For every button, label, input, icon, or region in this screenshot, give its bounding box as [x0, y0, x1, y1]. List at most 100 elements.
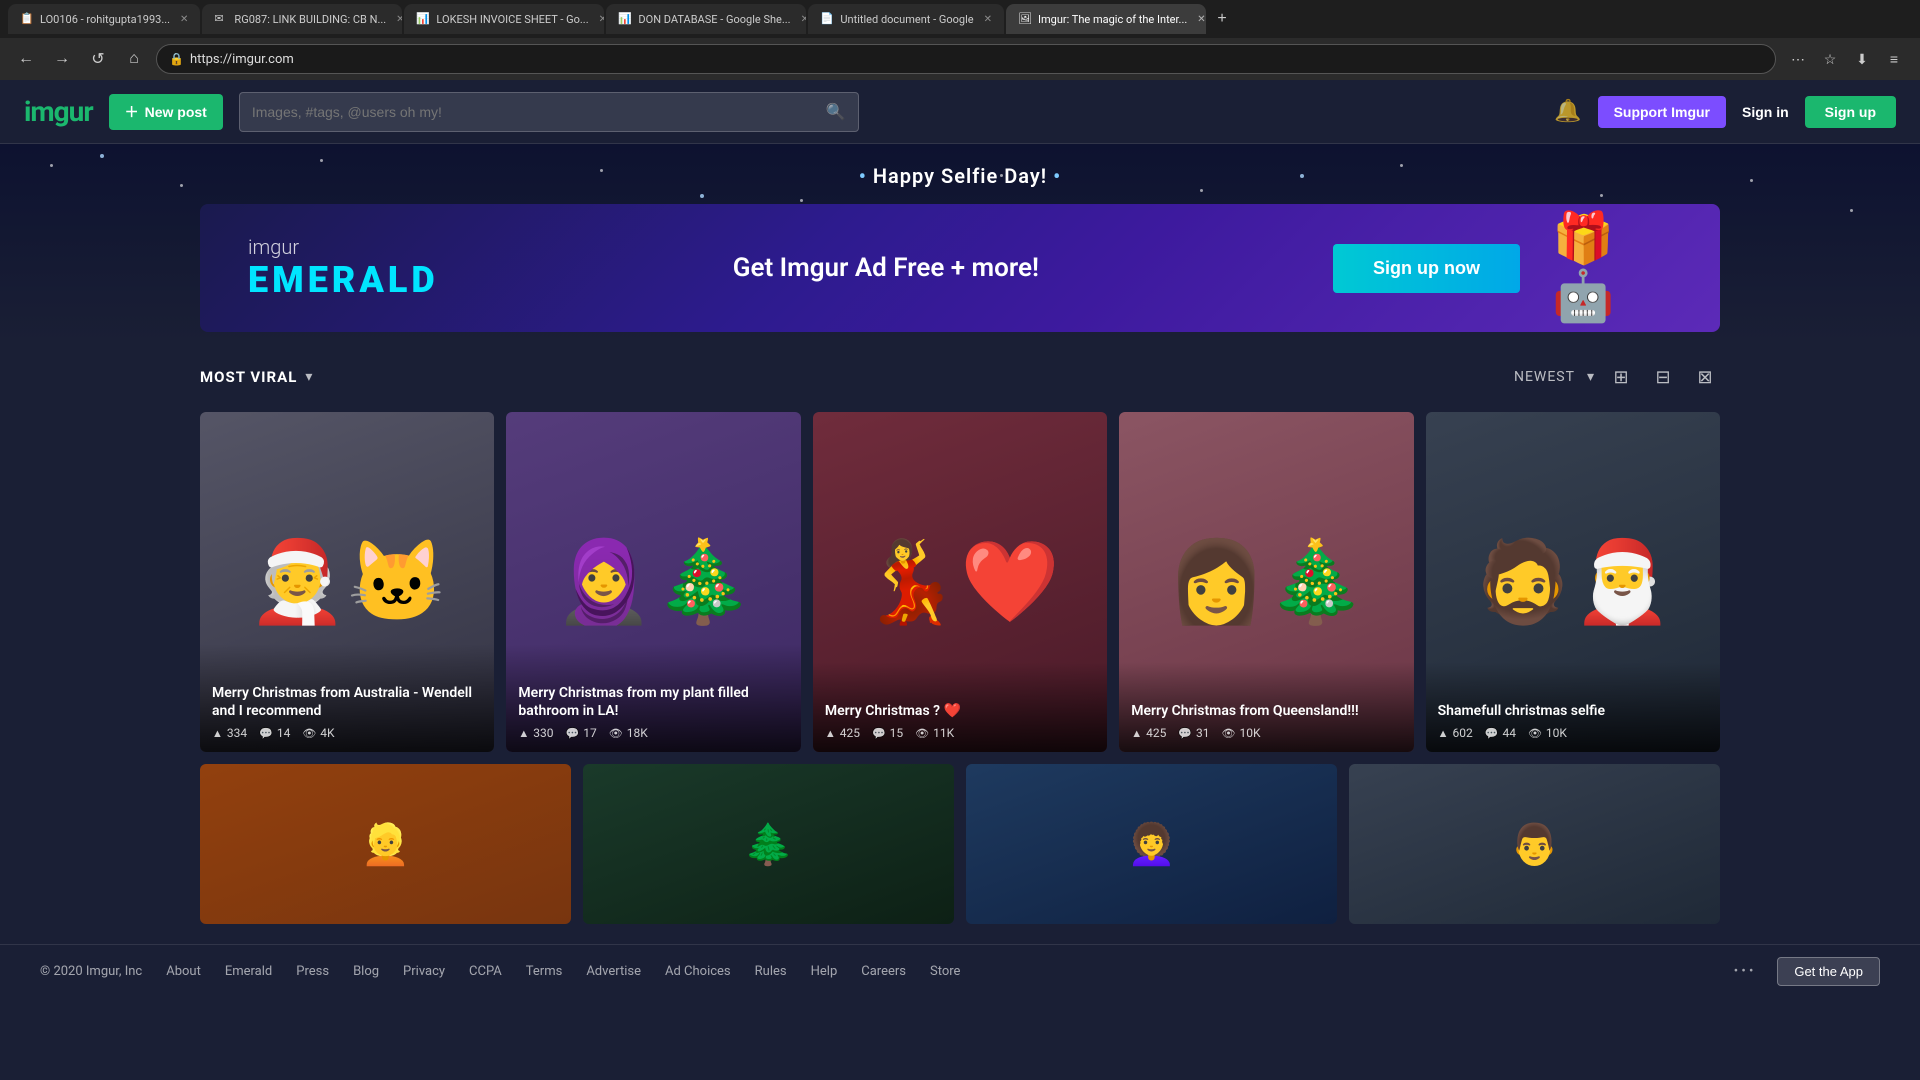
sort-dropdown-icon[interactable]: ▾	[305, 369, 312, 385]
search-bar[interactable]: 🔍	[239, 92, 859, 132]
views-value-4: 10K	[1240, 726, 1261, 740]
tab-close-2[interactable]: ✕	[396, 14, 402, 25]
footer-press[interactable]: Press	[296, 964, 329, 979]
tab-close-5[interactable]: ✕	[984, 14, 992, 25]
footer-help[interactable]: Help	[811, 964, 838, 979]
upvotes-stat-4: ▲ 425	[1131, 726, 1166, 740]
image-card-small-3[interactable]: 👩‍🦱	[966, 764, 1337, 924]
signup-now-button[interactable]: Sign up now	[1333, 244, 1520, 293]
home-button[interactable]: ⌂	[120, 45, 148, 73]
views-value-2: 18K	[627, 726, 648, 740]
upvote-icon-1: ▲	[212, 727, 223, 740]
browser-tab-2[interactable]: ✉ RG087: LINK BUILDING: CB N... ✕	[202, 4, 402, 34]
view-toggle-large[interactable]: ⊞	[1606, 362, 1636, 392]
tab-close-1[interactable]: ✕	[180, 14, 188, 25]
image-card-5[interactable]: 🧔🎅 Shamefull christmas selfie ▲ 602 💬 44…	[1426, 412, 1720, 752]
imgur-header: imgur ＋ New post 🔍 🔔 Support Imgur Sign …	[0, 80, 1920, 144]
browser-tab-6[interactable]: 🖼 Imgur: The magic of the Inter... ✕	[1006, 4, 1206, 34]
comment-icon-2: 💬	[566, 727, 580, 740]
footer-advertise[interactable]: Advertise	[586, 964, 641, 979]
address-bar[interactable]: 🔒 https://imgur.com	[156, 44, 1776, 74]
image-card-small-4[interactable]: 👨	[1349, 764, 1720, 924]
sort-left: MOST VIRAL ▾	[200, 368, 312, 386]
image-card-1[interactable]: 🧑‍🎄🐱 Merry Christmas from Australia - We…	[200, 412, 494, 752]
view-toggle-small[interactable]: ⊠	[1690, 362, 1720, 392]
footer-store[interactable]: Store	[930, 964, 960, 979]
image-card-3[interactable]: 💃❤️ Merry Christmas ? ❤️ ▲ 425 💬 15 👁 1	[813, 412, 1107, 752]
image-card-2[interactable]: 🧕🎄 Merry Christmas from my plant filled …	[506, 412, 800, 752]
views-stat-3: 👁 11K	[915, 726, 954, 740]
emerald-banner: imgur EMERALD Get Imgur Ad Free + more! …	[200, 204, 1720, 332]
tab-favicon-4: 📊	[618, 12, 632, 26]
footer-about[interactable]: About	[166, 964, 201, 979]
browser-tab-1[interactable]: 📋 LO0106 - rohitgupta1993... ✕	[8, 4, 200, 34]
forward-button[interactable]: →	[48, 45, 76, 73]
footer-blog[interactable]: Blog	[353, 964, 379, 979]
sort-label: MOST VIRAL	[200, 368, 297, 386]
upvote-icon-5: ▲	[1438, 727, 1449, 740]
image-card-4[interactable]: 👩🎄 Merry Christmas from Queensland!!! ▲ …	[1119, 412, 1413, 752]
browser-tab-3[interactable]: 📊 LOKESH INVOICE SHEET - Go... ✕	[404, 4, 604, 34]
extensions-button[interactable]: ⋯	[1784, 45, 1812, 73]
support-button[interactable]: Support Imgur	[1598, 96, 1726, 128]
footer-ccpa[interactable]: CCPA	[469, 964, 502, 979]
tab-close-4[interactable]: ✕	[801, 14, 807, 25]
search-input[interactable]	[252, 104, 818, 120]
browser-tab-5[interactable]: 📄 Untitled document - Google ✕	[808, 4, 1004, 34]
image-title-4: Merry Christmas from Queensland!!!	[1131, 702, 1401, 720]
image-overlay-4: Merry Christmas from Queensland!!! ▲ 425…	[1119, 662, 1413, 752]
footer-terms[interactable]: Terms	[526, 964, 563, 979]
back-button[interactable]: ←	[12, 45, 40, 73]
footer-emerald[interactable]: Emerald	[225, 964, 272, 979]
tab-close-3[interactable]: ✕	[599, 14, 605, 25]
footer-rules[interactable]: Rules	[755, 964, 787, 979]
comment-icon-1: 💬	[259, 727, 273, 740]
new-post-button[interactable]: ＋ New post	[109, 94, 223, 130]
signin-label: Sign in	[1742, 104, 1789, 120]
imgur-logo-text: imgur	[24, 95, 93, 128]
newest-dropdown-icon[interactable]: ▾	[1587, 369, 1594, 385]
image-overlay-2: Merry Christmas from my plant filled bat…	[506, 644, 800, 752]
footer: © 2020 Imgur, Inc About Emerald Press Bl…	[0, 944, 1920, 998]
image-stats-2: ▲ 330 💬 17 👁 18K	[518, 726, 788, 740]
menu-button[interactable]: ≡	[1880, 45, 1908, 73]
comments-stat-2: 💬 17	[566, 726, 597, 740]
footer-privacy[interactable]: Privacy	[403, 964, 445, 979]
footer-ad-choices[interactable]: Ad Choices	[665, 964, 731, 979]
emerald-decorations: 🎁🤖	[1552, 228, 1672, 308]
signin-button[interactable]: Sign in	[1742, 104, 1789, 120]
downloads-button[interactable]: ⬇	[1848, 45, 1876, 73]
bookmark-button[interactable]: ☆	[1816, 45, 1844, 73]
plus-icon: ＋	[125, 102, 139, 122]
tab-close-6[interactable]: ✕	[1197, 14, 1205, 25]
views-stat-5: 👁 10K	[1528, 726, 1567, 740]
new-tab-button[interactable]: +	[1208, 5, 1236, 33]
comment-icon-5: 💬	[1485, 727, 1499, 740]
copyright: © 2020 Imgur, Inc	[40, 964, 142, 979]
image-overlay-5: Shamefull christmas selfie ▲ 602 💬 44 👁 …	[1426, 662, 1720, 752]
comments-stat-3: 💬 15	[872, 726, 903, 740]
notification-icon[interactable]: 🔔	[1554, 99, 1581, 124]
image-card-small-2[interactable]: 🌲	[583, 764, 954, 924]
view-icon-3: 👁	[915, 727, 929, 740]
new-post-label: New post	[145, 104, 207, 120]
comments-stat-1: 💬 14	[259, 726, 290, 740]
image-stats-1: ▲ 334 💬 14 👁 4K	[212, 726, 482, 740]
upvotes-stat-5: ▲ 602	[1438, 726, 1473, 740]
upvote-icon-3: ▲	[825, 727, 836, 740]
image-card-small-1[interactable]: 👱	[200, 764, 571, 924]
upvotes-value-3: 425	[840, 726, 860, 740]
refresh-button[interactable]: ↺	[84, 45, 112, 73]
image-stats-5: ▲ 602 💬 44 👁 10K	[1438, 726, 1708, 740]
browser-tab-4[interactable]: 📊 DON DATABASE - Google She... ✕	[606, 4, 806, 34]
comments-stat-4: 💬 31	[1178, 726, 1209, 740]
upvote-icon-2: ▲	[518, 727, 529, 740]
comments-value-2: 17	[583, 726, 597, 740]
signup-button[interactable]: Sign up	[1805, 96, 1896, 128]
imgur-logo[interactable]: imgur	[24, 95, 93, 128]
get-app-button[interactable]: Get the App	[1777, 957, 1880, 986]
view-icon-2: 👁	[609, 727, 623, 740]
image-stats-4: ▲ 425 💬 31 👁 10K	[1131, 726, 1401, 740]
view-toggle-medium[interactable]: ⊟	[1648, 362, 1678, 392]
footer-careers[interactable]: Careers	[861, 964, 906, 979]
